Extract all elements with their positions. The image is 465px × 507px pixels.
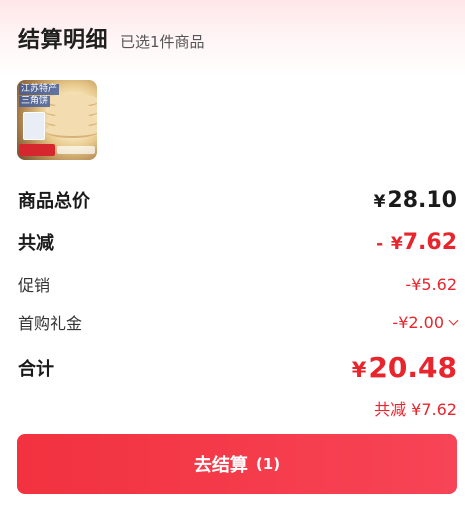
package-image [23,112,45,140]
chevron-down-icon[interactable] [448,315,459,325]
total-price-value: ¥28.10 [374,188,457,213]
saving-row: 共减 ¥7.62 [18,396,457,420]
discount-value: - ¥7.62 [376,230,457,255]
sum-value: ¥20.48 [352,351,457,384]
total-amount: 28.10 [387,187,457,213]
flatbread-image [45,94,97,144]
currency-symbol: ¥ [373,191,386,212]
first-purchase-label: 首购礼金 [18,314,83,333]
currency-symbol: ¥ [351,358,367,382]
sum-row: 合计 ¥20.48 [18,351,457,384]
first-purchase-row[interactable]: 首购礼金 -¥2.00 [18,310,459,334]
total-price-row: 商品总价 ¥28.10 [18,187,457,213]
promo-strip [57,146,95,154]
thumbnail-tag: 三角饼 [19,96,51,107]
promo-badge [19,144,55,156]
sum-label: 合计 [18,358,54,380]
product-thumbnail[interactable]: 江苏特产 三角饼 [17,80,97,160]
saving-text: 共减 ¥7.62 [374,400,457,419]
checkout-button[interactable]: 去结算 (1) [17,434,457,494]
first-purchase-value-wrap[interactable]: -¥2.00 [392,312,459,332]
checkout-label: 去结算 [193,455,248,476]
thumbnail-tag: 江苏特产 [19,84,60,95]
discount-row: 共减 - ¥7.62 [18,229,457,255]
promo-label: 促销 [18,276,51,295]
promo-value: -¥5.62 [405,274,457,294]
discount-amount: 7.62 [402,229,457,255]
selected-count: 已选1件商品 [120,33,205,51]
header: 结算明细 已选1件商品 [18,22,205,54]
page-title: 结算明细 [18,28,109,53]
first-purchase-value: -¥2.00 [392,312,444,332]
sum-amount: 20.48 [368,351,457,384]
checkout-count: (1) [255,455,281,473]
total-price-label: 商品总价 [18,191,90,212]
promo-row: 促销 -¥5.62 [18,272,457,296]
discount-label: 共减 [18,233,54,254]
minus-sign: - [376,233,384,254]
currency-symbol: ¥ [390,233,403,254]
